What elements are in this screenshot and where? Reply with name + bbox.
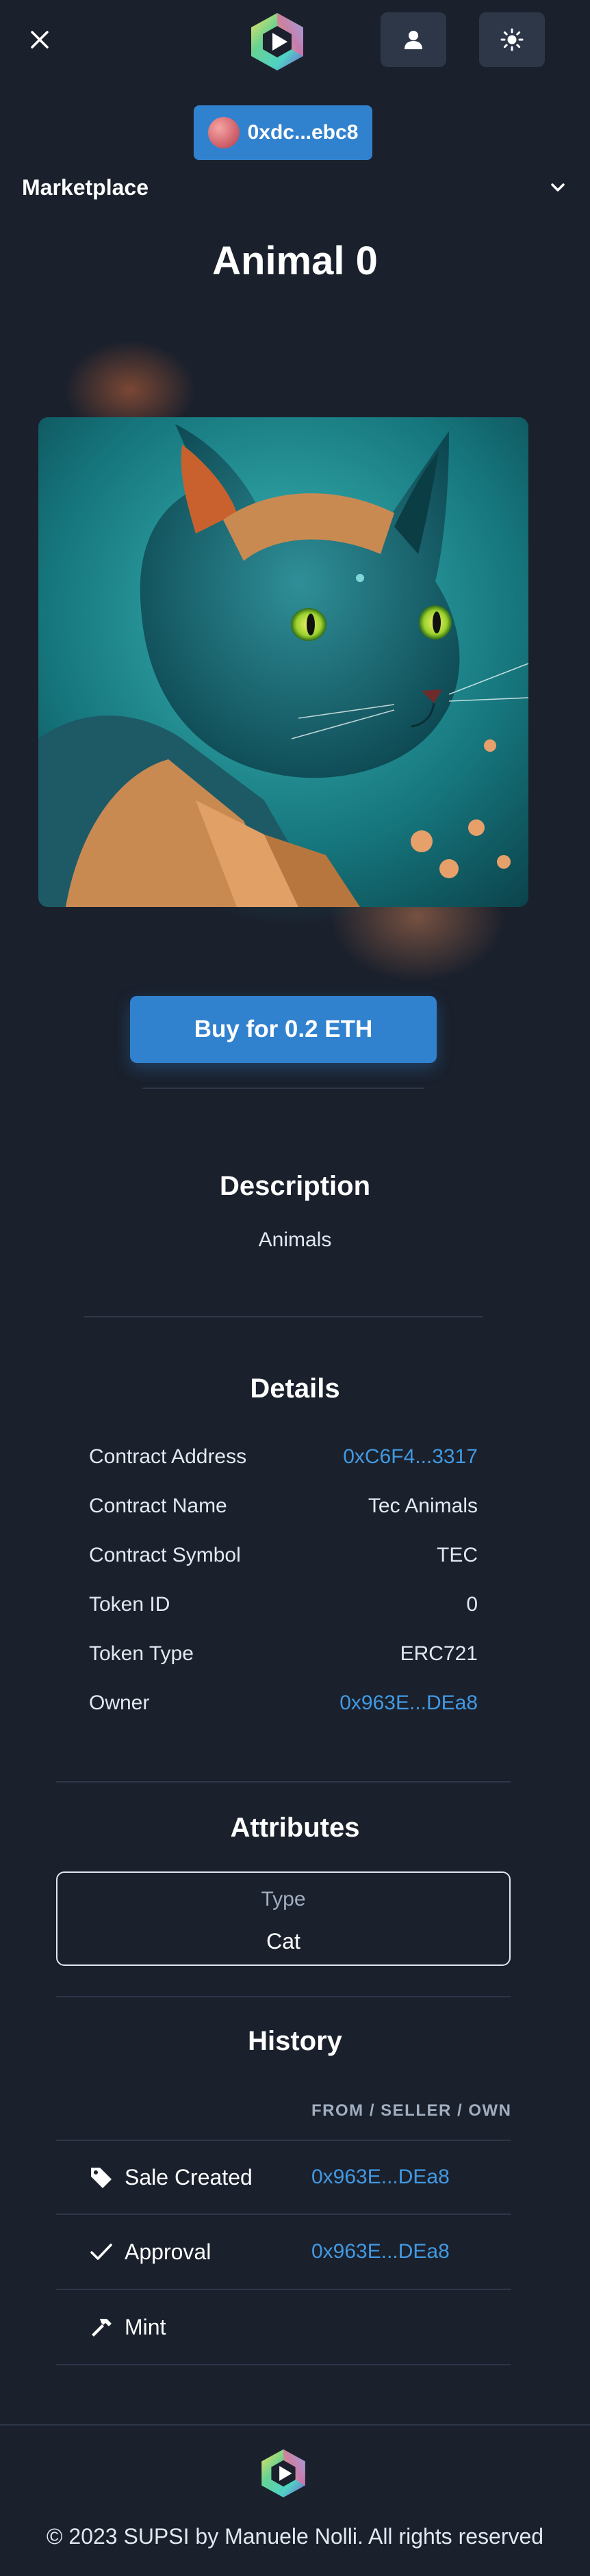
footer-divider xyxy=(0,2424,590,2426)
history-column-header: FROM / SELLER / OWNER xyxy=(311,2101,511,2120)
app-logo[interactable] xyxy=(248,11,307,73)
wallet-button[interactable]: 0xdc...ebc8 xyxy=(194,105,372,160)
divider xyxy=(142,1088,424,1089)
detail-row-contract-name: Contract Name Tec Animals xyxy=(89,1493,478,1520)
history-event-label: Approval xyxy=(125,2239,211,2264)
detail-label: Contract Name xyxy=(89,1495,227,1517)
check-icon xyxy=(88,2238,115,2265)
detail-label: Contract Address xyxy=(89,1445,247,1468)
history-row: Mint xyxy=(56,2290,511,2365)
theme-toggle-button[interactable] xyxy=(479,12,545,67)
detail-row-owner: Owner 0x963E...DEa8 xyxy=(89,1690,478,1717)
detail-row-token-id: Token ID 0 xyxy=(89,1591,478,1618)
buy-button[interactable]: Buy for 0.2 ETH xyxy=(130,996,437,1063)
nft-image xyxy=(38,417,528,907)
attribute-value: Cat xyxy=(266,1929,300,1954)
details-title: Details xyxy=(250,1374,340,1404)
marketplace-label: Marketplace xyxy=(22,174,149,200)
detail-label: Token ID xyxy=(89,1593,170,1616)
divider xyxy=(56,1996,511,1997)
detail-value: ERC721 xyxy=(400,1642,478,1665)
history-event: Sale Created xyxy=(88,2141,253,2213)
detail-label: Contract Symbol xyxy=(89,1544,241,1566)
detail-label: Token Type xyxy=(89,1642,194,1665)
tag-icon xyxy=(88,2164,115,2191)
nft-detail-page: 0xdc...ebc8 Marketplace Animal 0 Buy for… xyxy=(0,0,590,2576)
hammer-icon xyxy=(88,2313,115,2341)
wallet-address: 0xdc...ebc8 xyxy=(247,121,359,144)
history-from-link[interactable]: 0x963E...DEa8 xyxy=(311,2166,450,2189)
divider xyxy=(56,1781,511,1783)
history-event: Approval xyxy=(88,2215,211,2289)
history-row: Sale Created 0x963E...DEa8 xyxy=(56,2140,511,2215)
detail-row-token-type: Token Type ERC721 xyxy=(89,1640,478,1668)
contract-address-link[interactable]: 0xC6F4...3317 xyxy=(343,1445,478,1469)
marketplace-menu[interactable]: Marketplace xyxy=(0,164,590,211)
nft-title: Animal 0 xyxy=(212,239,378,283)
history-event-label: Mint xyxy=(125,2314,166,2339)
detail-value: 0 xyxy=(466,1593,478,1616)
chevron-down-icon xyxy=(551,183,565,192)
owner-link[interactable]: 0x963E...DEa8 xyxy=(339,1692,478,1715)
sun-icon xyxy=(500,28,524,51)
wallet-avatar xyxy=(207,117,240,148)
detail-label: Owner xyxy=(89,1692,150,1714)
description-text: Animals xyxy=(258,1228,332,1251)
user-icon xyxy=(405,31,422,49)
history-row: Approval 0x963E...DEa8 xyxy=(56,2215,511,2290)
attributes-title: Attributes xyxy=(230,1813,360,1843)
description-title: Description xyxy=(219,1171,371,1201)
divider xyxy=(84,1316,483,1317)
close-icon xyxy=(31,31,49,49)
history-event: Mint xyxy=(88,2290,166,2364)
detail-value: Tec Animals xyxy=(368,1495,478,1517)
attribute-card: Type Cat xyxy=(56,1871,511,1966)
history-from: 0x963E...DEa8 xyxy=(311,2215,450,2289)
detail-row-contract-address: Contract Address 0xC6F4...3317 xyxy=(89,1443,478,1471)
detail-row-contract-symbol: Contract Symbol TEC xyxy=(89,1542,478,1569)
attribute-type: Type xyxy=(261,1888,306,1910)
copyright-text: © 2023 SUPSI by Manuele Nolli. All right… xyxy=(46,2524,544,2549)
history-title: History xyxy=(248,2026,342,2056)
close-button[interactable] xyxy=(23,23,56,56)
detail-value: TEC xyxy=(437,1544,478,1566)
profile-button[interactable] xyxy=(381,12,446,67)
history-event-label: Sale Created xyxy=(125,2164,253,2190)
footer-logo[interactable] xyxy=(259,2447,308,2499)
history-from-link[interactable]: 0x963E...DEa8 xyxy=(311,2240,450,2263)
history-from: 0x963E...DEa8 xyxy=(311,2141,450,2213)
